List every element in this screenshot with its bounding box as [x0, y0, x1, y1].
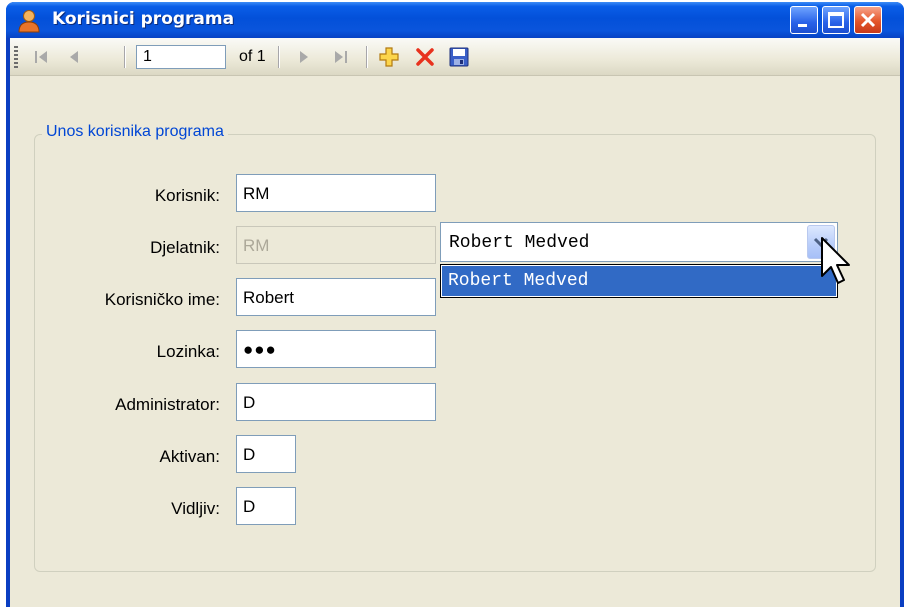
move-first-icon	[35, 51, 47, 63]
move-previous-button[interactable]	[62, 45, 86, 69]
title-bar[interactable]: Korisnici programa	[6, 2, 904, 38]
combo-selected-text: Robert Medved	[449, 233, 590, 253]
minimize-icon	[798, 24, 807, 27]
lozinka-field[interactable]: ●●●	[236, 330, 436, 368]
move-last-icon	[335, 51, 347, 63]
delete-icon	[416, 48, 434, 66]
count-label: of 1	[239, 48, 266, 65]
move-first-button[interactable]	[30, 45, 54, 69]
dropdown-option[interactable]: Robert Medved	[442, 266, 836, 296]
delete-button[interactable]	[412, 45, 438, 69]
move-previous-icon	[70, 51, 78, 63]
add-new-button[interactable]	[376, 45, 402, 69]
close-button[interactable]	[854, 6, 882, 34]
vidljiv-field[interactable]: D	[236, 487, 296, 525]
window-title: Korisnici programa	[52, 9, 235, 29]
korisnik-field[interactable]: RM	[236, 174, 436, 212]
add-new-icon	[379, 47, 399, 67]
binding-navigator-toolbar: 1 of 1	[10, 38, 900, 76]
user-icon	[18, 10, 40, 33]
maximize-icon	[828, 12, 844, 28]
maximize-button[interactable]	[822, 6, 850, 34]
toolbar-separator	[366, 46, 367, 68]
toolbar-grip[interactable]	[14, 46, 18, 68]
administrator-label: Administrator:	[115, 395, 220, 414]
korisnicko-ime-field[interactable]: Robert	[236, 278, 436, 316]
toolbar-separator	[278, 46, 279, 68]
djelatnik-field: RM	[236, 226, 436, 264]
move-next-button[interactable]	[292, 45, 316, 69]
move-last-button[interactable]	[328, 45, 352, 69]
mouse-pointer-icon	[821, 237, 850, 284]
korisnik-label: Korisnik:	[154, 186, 220, 205]
close-icon	[860, 12, 876, 28]
move-next-icon	[300, 51, 308, 63]
minimize-button[interactable]	[790, 6, 818, 34]
save-button[interactable]	[446, 45, 472, 69]
lozinka-label: Lozinka:	[156, 342, 220, 361]
main-window: Korisnici programa 1 of 1 Unos korisnika…	[6, 2, 904, 607]
djelatnik-combobox[interactable]: Robert Medved	[440, 222, 838, 262]
window-client-area: 1 of 1 Unos korisnika programa Korisnik:	[10, 38, 900, 607]
aktivan-field[interactable]: D	[236, 435, 296, 473]
combo-dropdown-list: Robert Medved	[440, 264, 838, 298]
vidljiv-label: Vidljiv:	[171, 499, 220, 518]
administrator-field[interactable]: D	[236, 383, 436, 421]
position-input[interactable]: 1	[136, 45, 226, 69]
korisnicko-ime-label: Korisničko ime:	[104, 290, 220, 309]
toolbar-separator	[124, 46, 125, 68]
group-title: Unos korisnika programa	[42, 123, 228, 141]
djelatnik-label: Djelatnik:	[150, 238, 220, 257]
save-icon	[449, 47, 469, 67]
aktivan-label: Aktivan:	[159, 447, 220, 466]
